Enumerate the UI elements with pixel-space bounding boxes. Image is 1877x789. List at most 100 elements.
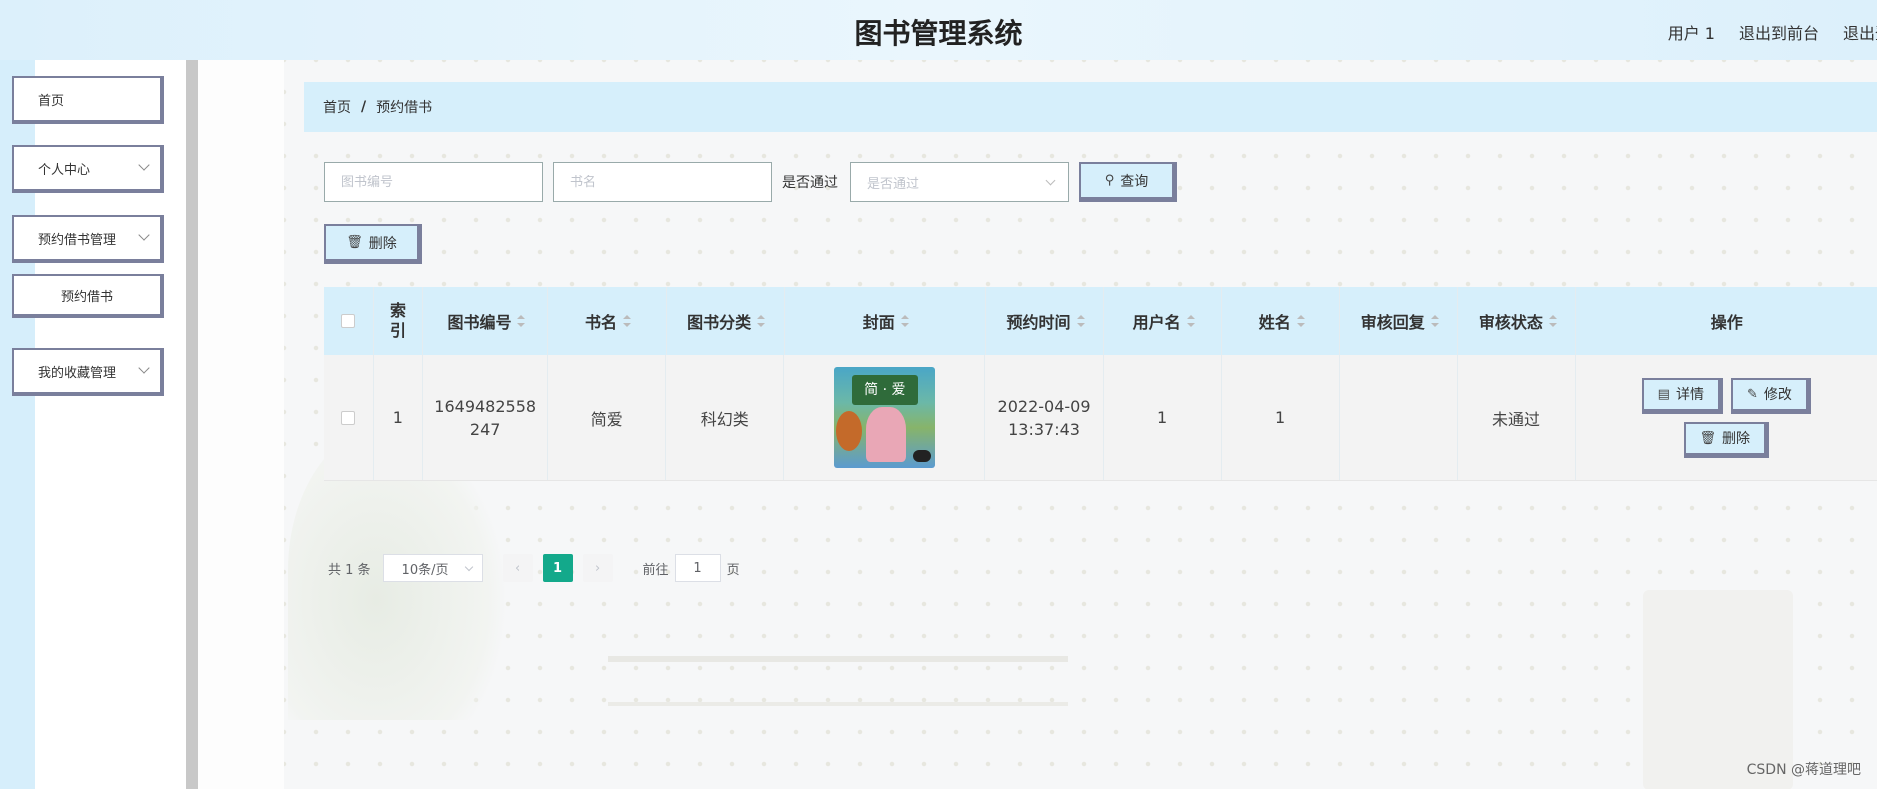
header-label: 书名 [584,313,617,332]
detail-button[interactable]: ▤ 详情 [1641,377,1723,414]
current-user-link[interactable]: 用户 1 [1668,20,1715,44]
sort-icon [1296,315,1305,327]
header-label: 图书分类 [687,313,752,332]
book-name-input[interactable] [570,174,771,190]
header-actions: 操作 [1710,313,1743,332]
sidebar-item-label: 预约借书管理 [38,232,117,248]
sort-icon [757,315,766,327]
watermark: CSDN @蒋道理吧 [1746,762,1861,778]
trash-icon: 🗑 [1699,430,1717,446]
cell-cover: 简 · 爱 [784,355,986,480]
header-label: 审核状态 [1478,313,1543,332]
sort-icon [1076,315,1085,327]
cover-title: 简 · 爱 [851,375,918,405]
sidebar-item-home[interactable]: 首页 [12,76,164,124]
book-number-input[interactable] [341,174,542,190]
chevron-down-icon [464,562,473,572]
book-number-field[interactable] [324,162,543,202]
user-nav: 用户 1 退出到前台 退出登录 [1668,20,1877,44]
goto-page-input[interactable]: 1 [674,554,721,582]
header-label: 封面 [862,313,895,332]
header-book-number[interactable]: 图书编号 [423,287,549,355]
approved-select-placeholder: 是否通过 [867,176,920,192]
approved-label: 是否通过 [782,175,838,191]
background-shelf [608,656,1068,706]
row-delete-label: 删除 [1722,431,1751,447]
sort-icon [1186,315,1195,327]
row-checkbox[interactable] [341,410,356,425]
row-select-cell [324,355,374,480]
reservation-table: 索引 图书编号 书名 图书分类 封面 预约时间 用户名 姓名 审核回复 审核状态… [324,287,1877,481]
document-icon: ▤ [1657,386,1670,402]
detail-button-label: 详情 [1675,387,1704,403]
sidebar-item-reserve-book[interactable]: 预约借书 [12,274,164,318]
book-cover-image[interactable]: 简 · 爱 [833,367,935,468]
query-button[interactable]: ⚲ 查询 [1079,162,1177,202]
sidebar-item-label: 我的收藏管理 [38,365,117,381]
sidebar-item-personal-center[interactable]: 个人中心 [12,145,164,193]
cover-badge [912,450,931,462]
prev-page-button[interactable]: ‹ [502,554,533,582]
cell-name: 1 [1222,355,1340,480]
chevron-down-icon [138,229,150,241]
select-all-cell [324,287,374,355]
page-number-button[interactable]: 1 [542,554,573,582]
header-category[interactable]: 图书分类 [667,287,785,355]
query-button-label: 查询 [1120,173,1149,190]
page-unit-label: 页 [726,562,740,578]
cell-index: 1 [374,355,424,480]
header-review-status[interactable]: 审核状态 [1458,287,1577,355]
header-label: 姓名 [1258,313,1291,332]
top-header: 图书管理系统 用户 1 退出到前台 退出登录 [0,0,1877,60]
chevron-down-icon [138,159,150,171]
sort-icon [900,315,909,327]
pagination-total: 共 1 条 [328,562,371,578]
sidebar-item-reservation-management[interactable]: 预约借书管理 [12,215,164,263]
search-icon: ⚲ [1104,173,1115,188]
next-page-button[interactable]: › [582,554,613,582]
header-username[interactable]: 用户名 [1104,287,1223,355]
sort-icon [1548,315,1557,327]
cell-review-reply [1340,355,1458,480]
breadcrumb-home[interactable]: 首页 [323,97,351,117]
page-size-select[interactable]: 10条/页 [382,554,483,582]
main-content: 首页 / 预约借书 是否通过 是否通过 ⚲ 查询 🗑 删除 索引 [198,60,1877,789]
cover-tree [835,411,862,451]
sidebar-scrollbar[interactable] [186,60,198,789]
row-delete-button[interactable]: 🗑 删除 [1683,421,1770,458]
cell-book-name: 简爱 [548,355,667,480]
sort-icon [517,315,526,327]
sidebar-item-label: 预约借书 [60,289,113,305]
header-label: 图书编号 [447,313,512,332]
cover-figure [865,407,906,462]
cell-reserve-time: 2022-04-09 13:37:43 [985,355,1104,480]
app-title: 图书管理系统 [854,17,1023,50]
sort-icon [1430,315,1439,327]
header-review-reply[interactable]: 审核回复 [1340,287,1459,355]
header-name[interactable]: 姓名 [1222,287,1341,355]
back-to-front-link[interactable]: 退出到前台 [1739,20,1819,44]
logout-link[interactable]: 退出登录 [1843,20,1877,44]
bulk-delete-button[interactable]: 🗑 删除 [324,224,422,264]
header-label: 审核回复 [1360,313,1425,332]
header-reserve-time[interactable]: 预约时间 [986,287,1105,355]
sidebar: 首页 个人中心 预约借书管理 预约借书 我的收藏管理 [0,60,198,789]
cell-username: 1 [1104,355,1222,480]
edit-button[interactable]: ✎ 修改 [1730,377,1811,414]
chevron-down-icon [138,362,150,374]
book-name-field[interactable] [553,162,772,202]
bulk-delete-label: 删除 [368,235,397,252]
trash-icon: 🗑 [346,235,363,250]
sort-icon [623,315,631,327]
sidebar-item-label: 个人中心 [38,162,91,178]
approved-select[interactable]: 是否通过 [850,162,1069,202]
select-all-checkbox[interactable] [341,314,356,328]
content-gutter [198,60,284,789]
cell-actions: ▤ 详情 ✎ 修改 🗑 删除 [1576,355,1877,480]
header-cover[interactable]: 封面 [785,287,987,355]
breadcrumb-separator: / [361,99,367,115]
pagination: 共 1 条 10条/页 ‹ 1 › 前往 1 页 [328,554,740,582]
sidebar-item-favorites-management[interactable]: 我的收藏管理 [12,348,164,396]
header-book-name[interactable]: 书名 [548,287,667,355]
sidebar-item-label: 首页 [38,93,65,109]
